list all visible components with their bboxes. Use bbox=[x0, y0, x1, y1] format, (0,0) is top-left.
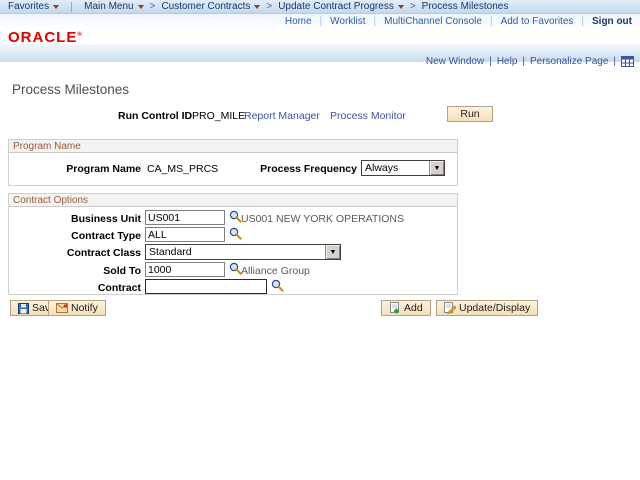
header-separator bbox=[374, 16, 377, 27]
add-button-label: Add bbox=[404, 302, 423, 314]
pagebar-separator bbox=[522, 56, 525, 67]
breadcrumb-favorites[interactable]: Favorites bbox=[8, 1, 59, 12]
process-frequency-select[interactable]: Always ▼ bbox=[361, 160, 445, 176]
home-link[interactable]: Home bbox=[285, 16, 312, 27]
contract-input[interactable] bbox=[145, 279, 267, 294]
breadcrumb-process-milestones: Process Milestones bbox=[422, 1, 509, 12]
breadcrumb-main-menu[interactable]: Main Menu bbox=[84, 1, 143, 12]
process-frequency-value: Always bbox=[362, 162, 429, 174]
process-monitor-link[interactable]: Process Monitor bbox=[330, 110, 406, 122]
toolbar: Save Notify Add Update/Display bbox=[0, 300, 640, 318]
run-control-row: Run Control ID PRO_MILE Report Manager P… bbox=[0, 108, 640, 126]
program-name-label: Program Name bbox=[9, 163, 141, 175]
sold-to-input[interactable] bbox=[145, 262, 225, 277]
program-name-section-title: Program Name bbox=[9, 140, 457, 153]
header-separator bbox=[581, 16, 584, 27]
update-display-button-label: Update/Display bbox=[459, 302, 530, 314]
notify-icon bbox=[56, 303, 68, 313]
report-manager-link[interactable]: Report Manager bbox=[244, 110, 320, 122]
contract-lookup-icon[interactable] bbox=[271, 279, 284, 292]
add-document-icon bbox=[389, 302, 401, 314]
business-unit-description: US001 NEW YORK OPERATIONS bbox=[241, 213, 404, 225]
chevron-down-icon bbox=[138, 5, 144, 9]
new-window-link[interactable]: New Window bbox=[426, 56, 484, 67]
breadcrumb-separator bbox=[150, 1, 156, 12]
breadcrumb-customer-contracts[interactable]: Customer Contracts bbox=[161, 1, 260, 12]
save-floppy-icon bbox=[18, 303, 29, 314]
chevron-down-icon bbox=[398, 5, 404, 9]
peoplesoft-screen: Favorites Main Menu Customer Contracts U… bbox=[0, 0, 640, 480]
contract-class-select[interactable]: Standard ▼ bbox=[145, 244, 341, 260]
header-separator bbox=[320, 16, 323, 27]
run-control-id-label: Run Control ID bbox=[118, 110, 192, 122]
program-name-value: CA_MS_PRCS bbox=[147, 163, 218, 175]
dropdown-arrow-icon: ▼ bbox=[429, 161, 444, 175]
breadcrumb-main-menu-label: Main Menu bbox=[84, 1, 133, 12]
worklist-link[interactable]: Worklist bbox=[330, 16, 365, 27]
notify-button[interactable]: Notify bbox=[48, 300, 106, 316]
breadcrumb-separator bbox=[410, 1, 416, 12]
notify-button-label: Notify bbox=[71, 302, 98, 314]
business-unit-input[interactable] bbox=[145, 210, 225, 225]
dropdown-arrow-icon: ▼ bbox=[325, 245, 340, 259]
chevron-down-icon bbox=[254, 5, 260, 9]
page-action-bar: New Window Help Personalize Page bbox=[426, 56, 634, 67]
contract-class-value: Standard bbox=[146, 246, 325, 258]
contract-class-label: Contract Class bbox=[9, 247, 141, 259]
breadcrumb-bar: Favorites Main Menu Customer Contracts U… bbox=[0, 0, 640, 14]
contract-label: Contract bbox=[9, 282, 141, 294]
breadcrumb-favorites-label: Favorites bbox=[8, 1, 49, 12]
http-grid-icon[interactable] bbox=[621, 56, 634, 67]
contract-options-section-title: Contract Options bbox=[9, 194, 457, 207]
run-control-id-value: PRO_MILE bbox=[192, 110, 245, 122]
program-name-section: Program Name Program Name CA_MS_PRCS Pro… bbox=[8, 139, 458, 186]
chevron-down-icon bbox=[53, 5, 59, 9]
breadcrumb-customer-contracts-label: Customer Contracts bbox=[161, 1, 250, 12]
update-display-pencil-icon bbox=[444, 302, 456, 314]
contract-type-label: Contract Type bbox=[9, 230, 141, 242]
program-name-section-body: Program Name CA_MS_PRCS Process Frequenc… bbox=[9, 153, 457, 186]
personalize-page-link[interactable]: Personalize Page bbox=[530, 56, 608, 67]
header-separator bbox=[490, 16, 493, 27]
pagebar-separator bbox=[613, 56, 616, 67]
contract-type-input[interactable] bbox=[145, 227, 225, 242]
process-frequency-label: Process Frequency bbox=[227, 163, 357, 175]
add-to-favorites-link[interactable]: Add to Favorites bbox=[501, 16, 574, 27]
breadcrumb-separator bbox=[266, 1, 272, 12]
sign-out-link[interactable]: Sign out bbox=[592, 16, 632, 27]
business-unit-label: Business Unit bbox=[9, 213, 141, 225]
breadcrumb-update-contract-progress[interactable]: Update Contract Progress bbox=[278, 1, 404, 12]
breadcrumb-process-milestones-label: Process Milestones bbox=[422, 1, 509, 12]
breadcrumb-update-contract-progress-label: Update Contract Progress bbox=[278, 1, 394, 12]
multichannel-console-link[interactable]: MultiChannel Console bbox=[384, 16, 482, 27]
sold-to-label: Sold To bbox=[9, 265, 141, 277]
contract-options-section-body: Business Unit US001 NEW YORK OPERATIONS … bbox=[9, 207, 457, 295]
pagebar-separator bbox=[489, 56, 492, 67]
breadcrumb-divider bbox=[71, 2, 72, 12]
contract-options-section: Contract Options Business Unit US001 NEW… bbox=[8, 193, 458, 295]
sold-to-description: Alliance Group bbox=[241, 265, 310, 277]
run-button[interactable]: Run bbox=[447, 106, 493, 122]
page-title: Process Milestones bbox=[12, 82, 129, 97]
add-button[interactable]: Add bbox=[381, 300, 431, 316]
logo-row: ORACLE® bbox=[0, 27, 640, 44]
header-links-bar: Home Worklist MultiChannel Console Add t… bbox=[0, 14, 640, 28]
help-link[interactable]: Help bbox=[497, 56, 518, 67]
contract-type-lookup-icon[interactable] bbox=[229, 227, 242, 240]
update-display-button[interactable]: Update/Display bbox=[436, 300, 538, 316]
